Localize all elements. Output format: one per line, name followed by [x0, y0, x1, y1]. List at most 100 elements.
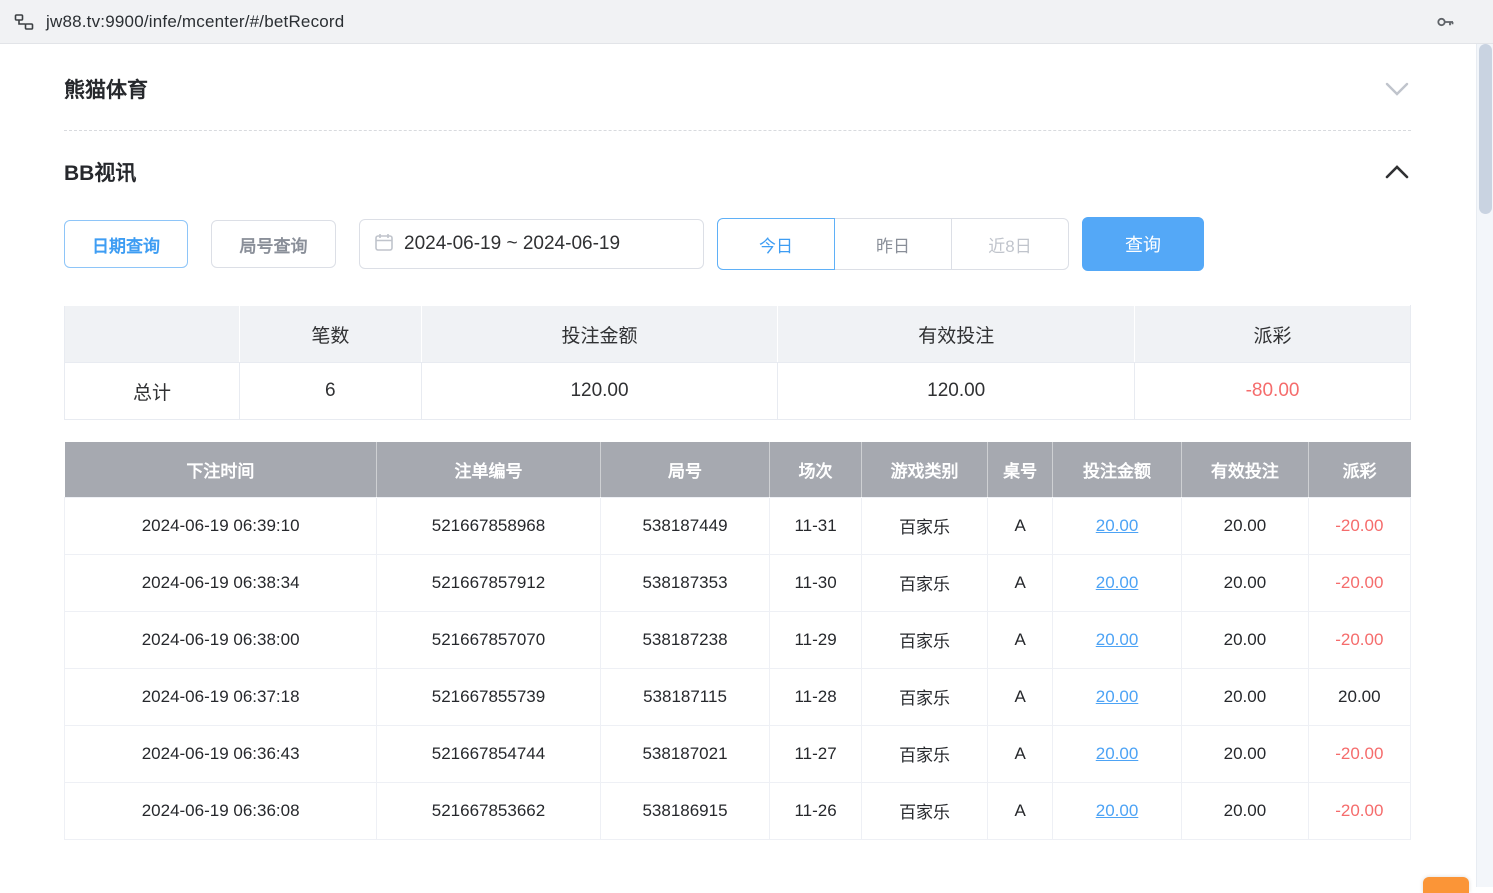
game-type: 百家乐: [861, 668, 988, 725]
table-code: A: [988, 782, 1053, 839]
summary-header-valid-bet: 有效投注: [778, 306, 1135, 363]
session: 11-27: [770, 725, 862, 782]
bet-amount-link[interactable]: 20.00: [1096, 687, 1139, 706]
chat-widget[interactable]: [1423, 877, 1469, 893]
bet-time: 2024-06-19 06:38:00: [65, 611, 377, 668]
header-payout: 派彩: [1308, 442, 1410, 497]
section-panda-sports[interactable]: 熊猫体育: [64, 44, 1411, 130]
summary-header-payout: 派彩: [1135, 306, 1411, 363]
payout: -20.00: [1308, 554, 1410, 611]
bet-amount-link[interactable]: 20.00: [1096, 744, 1139, 763]
chevron-up-icon: [1383, 163, 1411, 181]
calendar-icon: [374, 232, 394, 257]
bet-id: 521667857070: [377, 611, 600, 668]
today-button[interactable]: 今日: [717, 218, 835, 270]
table-code: A: [988, 497, 1053, 554]
date-range-input[interactable]: 2024-06-19 ~ 2024-06-19: [359, 219, 704, 269]
session: 11-31: [770, 497, 862, 554]
game-type: 百家乐: [861, 611, 988, 668]
bet-time: 2024-06-19 06:39:10: [65, 497, 377, 554]
session: 11-30: [770, 554, 862, 611]
section-bb-video[interactable]: BB视讯: [64, 131, 1411, 209]
session: 11-29: [770, 611, 862, 668]
records-header-row: 下注时间 注单编号 局号 场次 游戏类别 桌号 投注金额 有效投注 派彩: [65, 442, 1411, 497]
summary-payout: -80.00: [1135, 363, 1411, 420]
table-code: A: [988, 554, 1053, 611]
summary-total-row: 总计 6 120.00 120.00 -80.00: [65, 363, 1411, 420]
bet-time: 2024-06-19 06:38:34: [65, 554, 377, 611]
table-code: A: [988, 725, 1053, 782]
header-session: 场次: [770, 442, 862, 497]
bet-amount-link[interactable]: 20.00: [1096, 516, 1139, 535]
round-number: 538187449: [600, 497, 770, 554]
header-bet-time: 下注时间: [65, 442, 377, 497]
last-8-days-button[interactable]: 近8日: [951, 218, 1069, 270]
key-icon[interactable]: [1435, 12, 1455, 32]
round-number: 538187115: [600, 668, 770, 725]
round-number: 538187353: [600, 554, 770, 611]
bet-records-table: 下注时间 注单编号 局号 场次 游戏类别 桌号 投注金额 有效投注 派彩 202…: [64, 442, 1411, 840]
payout: -20.00: [1308, 782, 1410, 839]
summary-table: 笔数 投注金额 有效投注 派彩 总计 6 120.00 120.00 -80.0…: [64, 305, 1411, 420]
bet-id: 521667854744: [377, 725, 600, 782]
game-type: 百家乐: [861, 554, 988, 611]
valid-bet: 20.00: [1182, 668, 1309, 725]
game-type: 百家乐: [861, 497, 988, 554]
chevron-down-icon: [1383, 80, 1411, 98]
header-round: 局号: [600, 442, 770, 497]
valid-bet: 20.00: [1182, 782, 1309, 839]
game-type: 百家乐: [861, 725, 988, 782]
section-title-bb: BB视讯: [64, 157, 136, 187]
valid-bet: 20.00: [1182, 554, 1309, 611]
bet-amount-link[interactable]: 20.00: [1096, 801, 1139, 820]
summary-bet-amount: 120.00: [421, 363, 778, 420]
table-row: 2024-06-19 06:36:08 521667853662 5381869…: [65, 782, 1411, 839]
payout: 20.00: [1308, 668, 1410, 725]
round-number: 538187238: [600, 611, 770, 668]
date-range-value: 2024-06-19 ~ 2024-06-19: [404, 233, 620, 255]
vertical-scrollbar[interactable]: [1476, 44, 1493, 887]
game-type: 百家乐: [861, 782, 988, 839]
bet-id: 521667855739: [377, 668, 600, 725]
search-button[interactable]: 查询: [1082, 217, 1204, 271]
summary-header-count: 笔数: [239, 306, 421, 363]
summary-header-blank: [65, 306, 240, 363]
summary-valid-bet: 120.00: [778, 363, 1135, 420]
table-row: 2024-06-19 06:39:10 521667858968 5381874…: [65, 497, 1411, 554]
bet-amount-link[interactable]: 20.00: [1096, 573, 1139, 592]
address-url[interactable]: jw88.tv:9900/infe/mcenter/#/betRecord: [46, 12, 1423, 32]
yesterday-button[interactable]: 昨日: [834, 218, 952, 270]
table-row: 2024-06-19 06:36:43 521667854744 5381870…: [65, 725, 1411, 782]
summary-total-label: 总计: [65, 363, 240, 420]
header-bet-id: 注单编号: [377, 442, 600, 497]
bet-amount-link[interactable]: 20.00: [1096, 630, 1139, 649]
date-query-tab[interactable]: 日期查询: [64, 220, 188, 268]
bet-id: 521667858968: [377, 497, 600, 554]
quick-date-group: 今日 昨日 近8日: [717, 218, 1069, 270]
valid-bet: 20.00: [1182, 725, 1309, 782]
bet-record-page: 熊猫体育 BB视讯 日期查询 局号查询 2024-06-19 ~: [0, 44, 1493, 840]
scrollbar-thumb[interactable]: [1479, 44, 1492, 214]
table-code: A: [988, 611, 1053, 668]
bet-time: 2024-06-19 06:36:43: [65, 725, 377, 782]
table-row: 2024-06-19 06:38:00 521667857070 5381872…: [65, 611, 1411, 668]
bet-id: 521667857912: [377, 554, 600, 611]
session: 11-26: [770, 782, 862, 839]
header-valid-bet: 有效投注: [1182, 442, 1309, 497]
valid-bet: 20.00: [1182, 611, 1309, 668]
bet-time: 2024-06-19 06:36:08: [65, 782, 377, 839]
payout: -20.00: [1308, 611, 1410, 668]
round-number: 538186915: [600, 782, 770, 839]
bet-time: 2024-06-19 06:37:18: [65, 668, 377, 725]
table-code: A: [988, 668, 1053, 725]
payout: -20.00: [1308, 725, 1410, 782]
table-row: 2024-06-19 06:37:18 521667855739 5381871…: [65, 668, 1411, 725]
round-query-tab[interactable]: 局号查询: [211, 220, 336, 268]
summary-count: 6: [239, 363, 421, 420]
section-title-panda: 熊猫体育: [64, 74, 148, 104]
bet-id: 521667853662: [377, 782, 600, 839]
header-bet-amount: 投注金额: [1052, 442, 1181, 497]
round-number: 538187021: [600, 725, 770, 782]
session: 11-28: [770, 668, 862, 725]
filter-bar: 日期查询 局号查询 2024-06-19 ~ 2024-06-19 今日 昨日 …: [64, 217, 1411, 271]
